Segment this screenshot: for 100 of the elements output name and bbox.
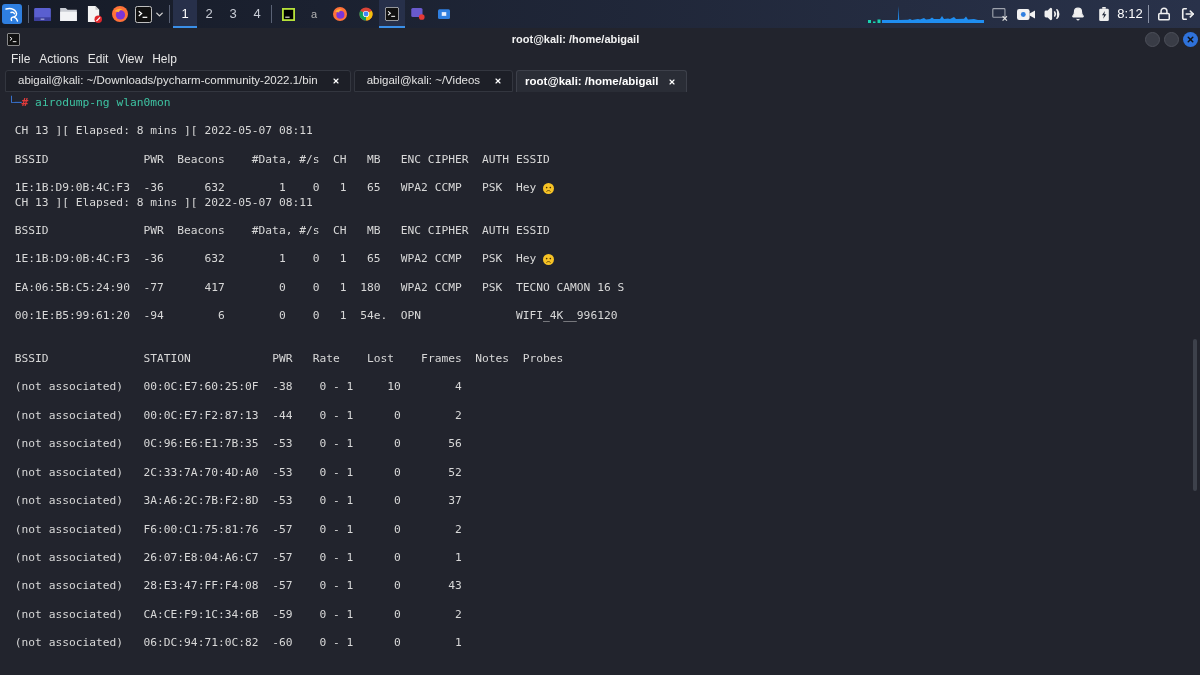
table-cell: 10 (387, 380, 401, 394)
status-line: CH 13 ][ Elapsed: 8 mins ][ 2022-05-07 08:11 (14, 124, 313, 138)
table-cell: 06:DC:94:71:0C:82 (143, 636, 259, 650)
column-header: ESSID (515, 152, 550, 166)
menu-item[interactable]: File (11, 53, 31, 65)
table-cell: 0 (394, 551, 401, 564)
table-cell: 0 (312, 181, 320, 195)
table-cell: F6:00:C1:75:81:76 (143, 522, 259, 536)
lock-icon[interactable] (1157, 7, 1171, 21)
table-cell: 2C:33:7A:70:4D:A0 (143, 465, 259, 479)
workspace-button[interactable]: 1 (173, 0, 197, 28)
table-cell: 3A:A6:2C:7B:F2:8D (143, 494, 259, 508)
column-header: BSSID (14, 223, 49, 237)
table-cell: 0 (394, 494, 401, 508)
terminal-icon[interactable] (134, 5, 152, 23)
column-header: AUTH (482, 152, 510, 166)
table-cell: OPN (400, 309, 422, 323)
table-cell: -38 (272, 380, 293, 394)
table-cell: 632 (204, 181, 225, 195)
table-cell: 0 - 1 (319, 408, 354, 422)
column-header: PWR (143, 223, 164, 237)
menu-item[interactable]: Help (152, 53, 177, 65)
notification-bell-icon[interactable] (1071, 7, 1085, 21)
folder-icon[interactable] (59, 7, 77, 21)
menu-item[interactable]: View (117, 53, 144, 65)
table-cell: WIFI_4K__996120 (515, 309, 618, 324)
table-cell: -57 (272, 579, 293, 593)
terminal-tab[interactable]: abigail@kali: ~/Videos (353, 70, 514, 92)
column-header: Beacons (177, 152, 225, 166)
table-cell: 0 (394, 522, 401, 536)
close-icon[interactable] (331, 77, 340, 85)
clock[interactable]: 8:12 (1117, 4, 1143, 24)
close-icon[interactable] (668, 77, 677, 86)
table-cell: -77 (143, 280, 164, 294)
table-cell: -36 (143, 252, 164, 266)
table-cell: 1 (454, 636, 462, 650)
table-cell: (not associated) (14, 551, 124, 564)
table-cell: (not associated) (14, 408, 124, 422)
table-cell: WPA2 (400, 280, 428, 294)
table-cell: 1 (339, 252, 347, 266)
desktop-icon[interactable] (33, 7, 51, 21)
close-icon (1186, 34, 1195, 44)
table-cell: PSK (482, 181, 503, 195)
column-header: Frames (421, 351, 462, 365)
menu-item[interactable]: Actions (39, 53, 79, 65)
table-cell: 0 (394, 408, 401, 422)
table-cell: (not associated) (14, 579, 124, 593)
table-cell: (not associated) (14, 636, 124, 650)
workspace-button[interactable]: 3 (221, 0, 245, 28)
column-header: Probes (522, 351, 564, 365)
browser-icon (359, 7, 373, 21)
table-cell: 26:07:E8:04:A6:C7 (143, 551, 259, 564)
column-header: BSSID (14, 351, 49, 365)
column-header: ENC (400, 152, 422, 166)
volume-icon[interactable] (1044, 6, 1060, 22)
close-icon[interactable] (494, 77, 503, 85)
table-cell: 28:E3:47:FF:F4:08 (143, 579, 259, 593)
table-cell: WPA2 (400, 181, 428, 195)
table-cell: (not associated) (14, 522, 124, 536)
table-cell: -44 (272, 408, 293, 422)
workspace-button[interactable]: 2 (197, 0, 221, 28)
table-cell: 56 (448, 437, 462, 451)
terminal-tab[interactable]: root@kali: /home/abigail (516, 70, 688, 92)
column-header: ESSID (515, 223, 550, 237)
terminal-tab[interactable]: abigail@kali: ~/Downloads/pycharm-community-2022.1/bin (5, 70, 351, 92)
table-cell: 0 - 1 (319, 380, 354, 394)
table-cell: 632 (204, 252, 225, 266)
menu-item[interactable]: Edit (87, 53, 109, 65)
table-cell: 2 (454, 607, 462, 621)
table-cell: (not associated) (14, 437, 124, 451)
table-cell: (not associated) (14, 494, 124, 508)
screen-off-icon[interactable] (992, 7, 1008, 21)
table-cell: 54e. (360, 309, 388, 324)
close-button[interactable] (1183, 31, 1198, 47)
taskbar-button[interactable]: a (301, 0, 327, 28)
document-icon[interactable] (86, 5, 102, 23)
column-header: CIPHER (427, 223, 469, 237)
prompt-line: └─# airodump-ng wlan0mon (8, 96, 171, 111)
logout-icon[interactable] (1181, 7, 1195, 21)
workspace-button[interactable]: 4 (245, 0, 269, 28)
table-cell: 0 - 1 (319, 522, 354, 536)
column-header: ENC (400, 223, 422, 237)
table-cell: -60 (272, 636, 293, 650)
table-cell: CCMP (434, 181, 462, 195)
table-cell: 0 (312, 309, 320, 323)
table-cell: -53 (272, 465, 293, 479)
table-cell: -53 (272, 437, 293, 451)
table-cell: (not associated) (14, 465, 124, 479)
column-header: #/s (299, 223, 320, 237)
taskbar-button[interactable] (379, 0, 405, 28)
column-header: PWR (143, 152, 164, 166)
table-cell: PSK (482, 252, 503, 266)
battery-icon[interactable] (1099, 7, 1109, 21)
table-cell: -57 (272, 522, 293, 536)
table-cell: 1 (339, 309, 347, 323)
table-cell-text: 65 (365, 252, 381, 267)
browser-icon[interactable] (112, 6, 128, 22)
logo-icon[interactable] (2, 4, 22, 24)
table-cell: 0 (394, 607, 401, 621)
camera-icon[interactable] (1017, 8, 1035, 20)
